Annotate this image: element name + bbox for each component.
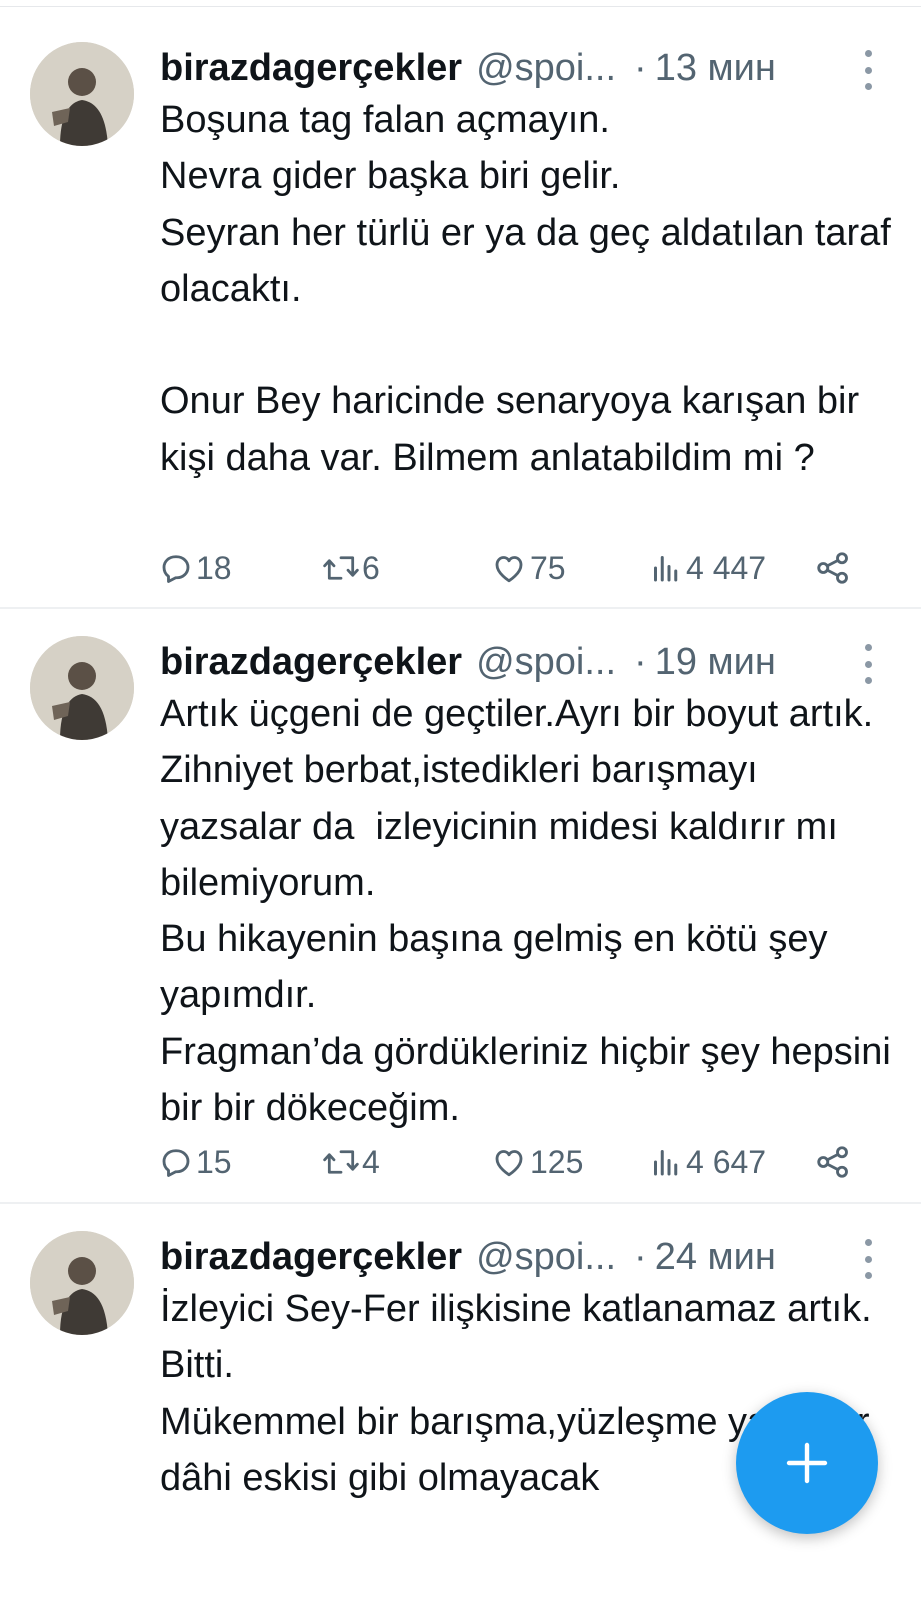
like-count: 125 xyxy=(530,1143,584,1180)
retweet-count: 6 xyxy=(362,549,380,586)
share-icon xyxy=(817,552,848,584)
author-name[interactable]: birazdagerçekler xyxy=(160,1236,462,1279)
author-handle[interactable]: @spoi... xyxy=(476,1236,616,1279)
retweet-button[interactable]: 4 xyxy=(322,1142,380,1182)
views-icon xyxy=(654,1150,678,1176)
tweet-header: birazdagerçekler @spoi... · 19 мин xyxy=(160,636,880,688)
reply-count: 15 xyxy=(196,1143,232,1180)
reply-button[interactable]: 18 xyxy=(158,548,232,588)
retweet-icon xyxy=(323,556,359,580)
author-name[interactable]: birazdagerçekler xyxy=(160,47,462,90)
separator-dot: · xyxy=(634,1235,647,1278)
tweet-header: birazdagerçekler @spoi... · 13 мин xyxy=(160,42,880,94)
avatar[interactable] xyxy=(30,1231,134,1335)
retweet-count: 4 xyxy=(362,1143,380,1180)
retweet-icon xyxy=(323,1150,359,1174)
separator-dot: · xyxy=(634,640,647,683)
author-handle[interactable]: @spoi... xyxy=(476,641,616,684)
more-vertical-icon[interactable] xyxy=(860,1239,876,1279)
more-vertical-icon[interactable] xyxy=(860,644,876,684)
tweet-actions: 15 4 125 4 647 xyxy=(0,1142,921,1182)
author-handle[interactable]: @spoi... xyxy=(476,47,616,90)
compose-button[interactable] xyxy=(736,1392,878,1534)
heart-icon xyxy=(495,556,523,583)
tweet-text: Artık üçgeni de geçtiler.Ayrı bir boyut … xyxy=(160,693,891,1130)
timestamp[interactable]: 19 мин xyxy=(655,641,776,684)
views-icon xyxy=(654,556,678,582)
retweet-button[interactable]: 6 xyxy=(322,548,380,588)
more-vertical-icon[interactable] xyxy=(860,50,876,90)
views-count: 4 647 xyxy=(686,1143,767,1180)
views-button[interactable]: 4 447 xyxy=(648,548,766,588)
reply-count: 18 xyxy=(196,549,232,586)
reply-button[interactable]: 15 xyxy=(158,1142,232,1182)
plus-icon xyxy=(786,1442,828,1484)
views-count: 4 447 xyxy=(686,549,767,586)
separator-dot: · xyxy=(634,46,647,89)
top-divider xyxy=(0,6,921,7)
avatar[interactable] xyxy=(30,636,134,740)
share-button[interactable] xyxy=(814,1142,852,1182)
share-icon xyxy=(817,1146,848,1178)
tweet-text: Boşuna tag falan açmayın. Nevra gider ba… xyxy=(160,99,891,479)
timestamp[interactable]: 13 мин xyxy=(655,47,776,90)
timestamp[interactable]: 24 мин xyxy=(655,1236,776,1279)
avatar[interactable] xyxy=(30,42,134,146)
views-button[interactable]: 4 647 xyxy=(648,1142,766,1182)
like-button[interactable]: 75 xyxy=(490,548,566,588)
reply-icon xyxy=(162,555,190,583)
like-count: 75 xyxy=(530,549,566,586)
heart-icon xyxy=(495,1150,523,1177)
tweet-divider xyxy=(0,607,921,609)
author-name[interactable]: birazdagerçekler xyxy=(160,641,462,684)
tweet-divider xyxy=(0,1202,921,1204)
like-button[interactable]: 125 xyxy=(490,1142,583,1182)
share-button[interactable] xyxy=(814,548,852,588)
tweet-actions: 18 6 75 4 447 xyxy=(0,548,921,588)
tweet-header: birazdagerçekler @spoi... · 24 мин xyxy=(160,1231,880,1283)
reply-icon xyxy=(162,1149,190,1177)
